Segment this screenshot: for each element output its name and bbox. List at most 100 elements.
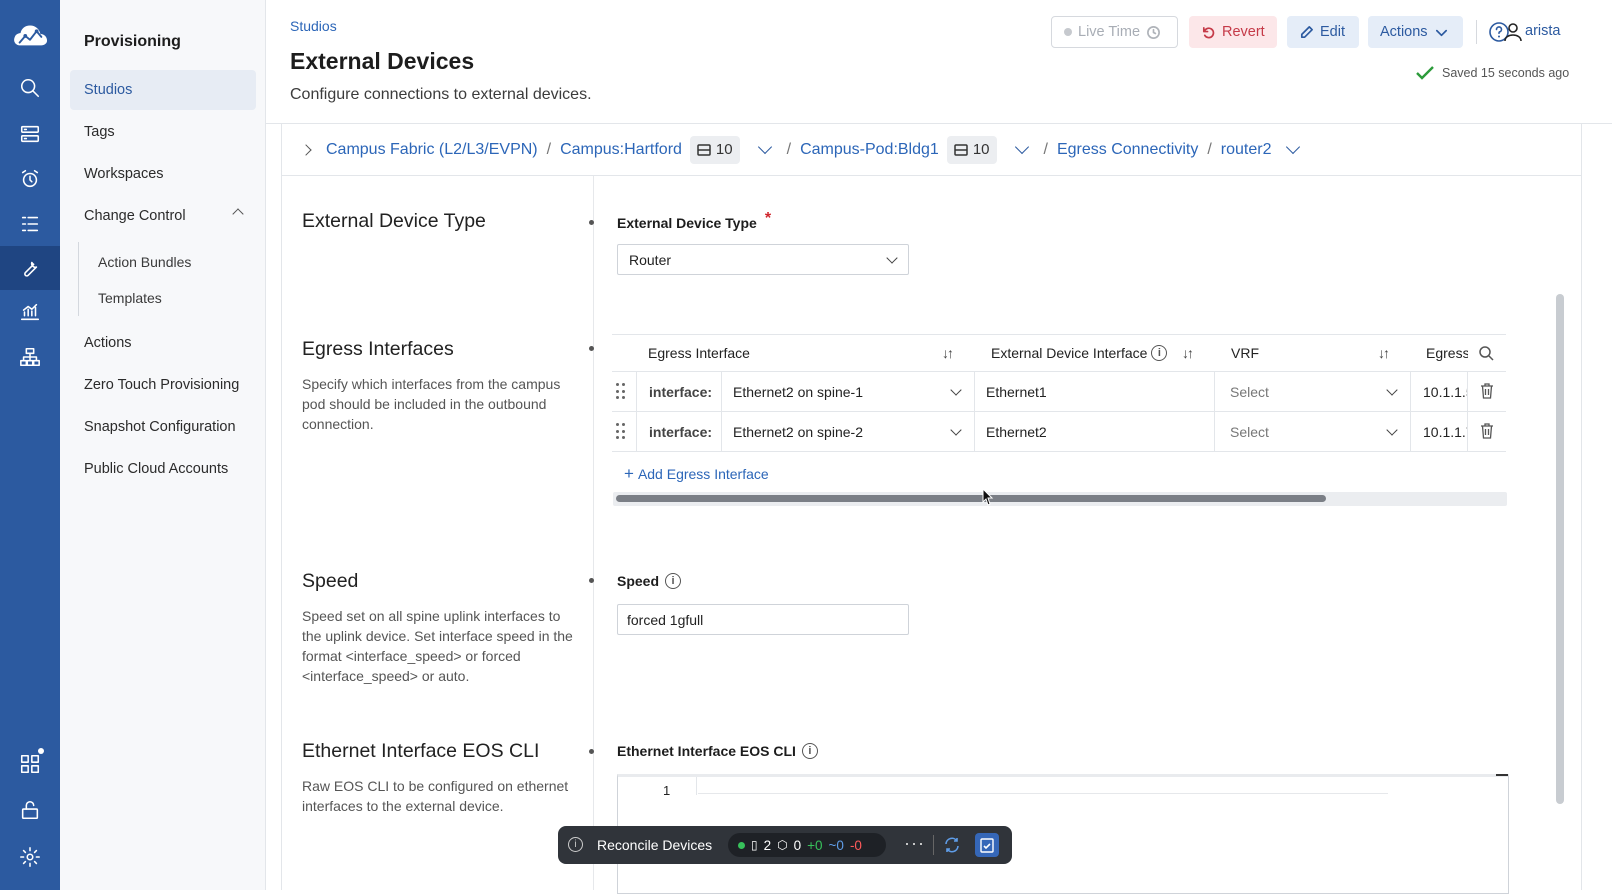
egress-ip-input[interactable]: 10.1.1.7	[1411, 412, 1468, 452]
breadcrumb-campus-pod[interactable]: Campus-Pod:Bldg1	[800, 141, 939, 159]
egress-interfaces-table: Egress Interface ↓↑ External Device Inte…	[612, 334, 1506, 460]
nav-item-workspaces[interactable]: Workspaces	[70, 154, 256, 194]
devices-icon[interactable]	[12, 116, 48, 152]
section-title-speed: Speed	[302, 570, 358, 593]
device-icon	[697, 143, 711, 157]
page-subtitle: Configure connections to external device…	[290, 86, 592, 104]
add-egress-interface-label: Add Egress Interface	[638, 466, 769, 482]
drag-handle-icon[interactable]	[616, 383, 626, 401]
page-vertical-scrollbar[interactable]	[1556, 294, 1564, 804]
events-list-icon[interactable]	[12, 206, 48, 242]
nav-item-studios[interactable]: Studios	[70, 70, 256, 110]
user-name[interactable]: arista	[1525, 23, 1560, 39]
sort-icon[interactable]: ↓↑	[1182, 345, 1192, 361]
vrf-select[interactable]: Select	[1215, 372, 1411, 412]
nav-item-change-control[interactable]: Change Control	[70, 196, 256, 236]
topology-icon[interactable]	[12, 339, 48, 375]
metrics-chart-icon[interactable]	[12, 294, 48, 330]
ext-interface-input[interactable]: Ethernet1	[975, 372, 1215, 412]
revert-label: Revert	[1222, 24, 1265, 40]
live-time-button[interactable]: Live Time	[1051, 16, 1178, 48]
info-icon[interactable]: i	[665, 573, 681, 589]
device-icon	[954, 143, 968, 157]
more-options-icon[interactable]: ···	[904, 833, 925, 854]
nav-item-ztp[interactable]: Zero Touch Provisioning	[70, 365, 256, 405]
gear-icon[interactable]	[12, 839, 48, 875]
app-rail	[0, 0, 60, 890]
nav-item-tags[interactable]: Tags	[70, 112, 256, 152]
provisioning-nav: Provisioning Studios Tags Workspaces Cha…	[60, 0, 266, 890]
nav-item-change-control-label: Change Control	[84, 208, 186, 224]
wrench-icon[interactable]	[0, 246, 60, 290]
nav-item-actions[interactable]: Actions	[70, 323, 256, 363]
info-icon[interactable]: i	[1151, 345, 1167, 361]
device-count: 10	[716, 141, 733, 158]
search-icon[interactable]	[12, 70, 48, 106]
chevron-down-icon	[1386, 424, 1397, 435]
chevron-down-icon[interactable]	[1014, 140, 1028, 154]
user-avatar-icon[interactable]	[1502, 21, 1524, 43]
chevron-down-icon[interactable]	[758, 140, 772, 154]
chevron-down-icon	[950, 384, 961, 395]
trash-icon[interactable]	[1480, 383, 1494, 399]
change-summary-pill[interactable]: ▯2 ⬡0 +0 ~0 -0	[728, 833, 886, 857]
nav-item-snapshot-configuration[interactable]: Snapshot Configuration	[70, 407, 256, 447]
edit-button[interactable]: Edit	[1287, 16, 1359, 48]
header-breadcrumb-studios[interactable]: Studios	[290, 18, 337, 34]
vrf-select[interactable]: Select	[1215, 412, 1411, 452]
sort-icon[interactable]: ↓↑	[942, 345, 952, 361]
notification-dot	[38, 748, 44, 754]
alarm-clock-icon[interactable]	[12, 161, 48, 197]
nav-subitem-templates[interactable]: Templates	[98, 290, 162, 306]
scrollbar-thumb[interactable]	[616, 495, 1326, 502]
apps-grid-icon[interactable]	[12, 746, 48, 782]
breadcrumb-campus-hartford[interactable]: Campus:Hartford	[560, 141, 682, 159]
drag-handle-icon[interactable]	[616, 423, 626, 441]
reconcile-toolbar: i Reconcile Devices ▯2 ⬡0 +0 ~0 -0 ···	[558, 826, 1012, 864]
header-divider	[1476, 20, 1477, 44]
file-icon: ▯	[751, 838, 758, 852]
egress-interface-select[interactable]: Ethernet2 on spine-2	[722, 412, 975, 452]
speed-label-text: Speed	[617, 573, 659, 589]
info-icon[interactable]: i	[568, 837, 583, 852]
breadcrumb-separator: /	[787, 141, 791, 159]
col-header-egress[interactable]: Egress	[1426, 345, 1468, 361]
page-header: Studios External Devices Configure conne…	[266, 0, 1612, 124]
chevron-down-icon[interactable]	[1285, 140, 1299, 154]
row-key-cell: interface:	[636, 372, 722, 412]
speed-input[interactable]: forced 1gfull	[617, 604, 909, 635]
nav-item-public-cloud-accounts[interactable]: Public Cloud Accounts	[70, 449, 256, 489]
section-desc-speed: Speed set on all spine uplink interfaces…	[302, 606, 582, 686]
info-icon[interactable]: i	[802, 743, 818, 759]
breadcrumb-egress-connectivity[interactable]: Egress Connectivity	[1057, 141, 1198, 159]
col-header-vrf[interactable]: VRF	[1231, 345, 1259, 361]
section-marker	[589, 220, 594, 225]
trash-icon[interactable]	[1480, 423, 1494, 439]
sync-icon[interactable]	[943, 836, 961, 854]
chevron-down-icon	[950, 424, 961, 435]
nav-subitem-action-bundles[interactable]: Action Bundles	[98, 254, 191, 270]
breadcrumb-campus-fabric[interactable]: Campus Fabric (L2/L3/EVPN)	[326, 141, 538, 159]
breadcrumb-separator: /	[547, 141, 551, 159]
editor-gutter	[696, 777, 697, 795]
expand-chevron-icon[interactable]	[300, 144, 311, 155]
table-row: interface: Ethernet2 on spine-1 Ethernet…	[612, 372, 1506, 412]
egress-ip-input[interactable]: 10.1.1.5	[1411, 372, 1468, 412]
breadcrumb-router2[interactable]: router2	[1221, 141, 1272, 159]
col-header-ext-interface[interactable]: External Device Interface i	[991, 345, 1167, 361]
ext-interface-input[interactable]: Ethernet2	[975, 412, 1215, 452]
egress-interface-select[interactable]: Ethernet2 on spine-1	[722, 372, 975, 412]
unlock-icon[interactable]	[12, 792, 48, 828]
review-checklist-button[interactable]	[975, 833, 999, 857]
actions-button[interactable]: Actions	[1368, 16, 1463, 48]
device-type-select[interactable]: Router	[617, 244, 909, 275]
col-header-egress-interface[interactable]: Egress Interface	[648, 345, 750, 361]
revert-button[interactable]: Revert	[1189, 16, 1277, 48]
actions-label: Actions	[1380, 24, 1428, 40]
table-horizontal-scrollbar[interactable]	[613, 492, 1507, 506]
sort-icon[interactable]: ↓↑	[1378, 345, 1388, 361]
search-icon[interactable]	[1478, 345, 1495, 362]
add-egress-interface-button[interactable]: +Add Egress Interface	[624, 464, 769, 484]
cloudvision-logo[interactable]	[12, 17, 48, 53]
reconcile-devices-button[interactable]: Reconcile Devices	[597, 837, 712, 853]
